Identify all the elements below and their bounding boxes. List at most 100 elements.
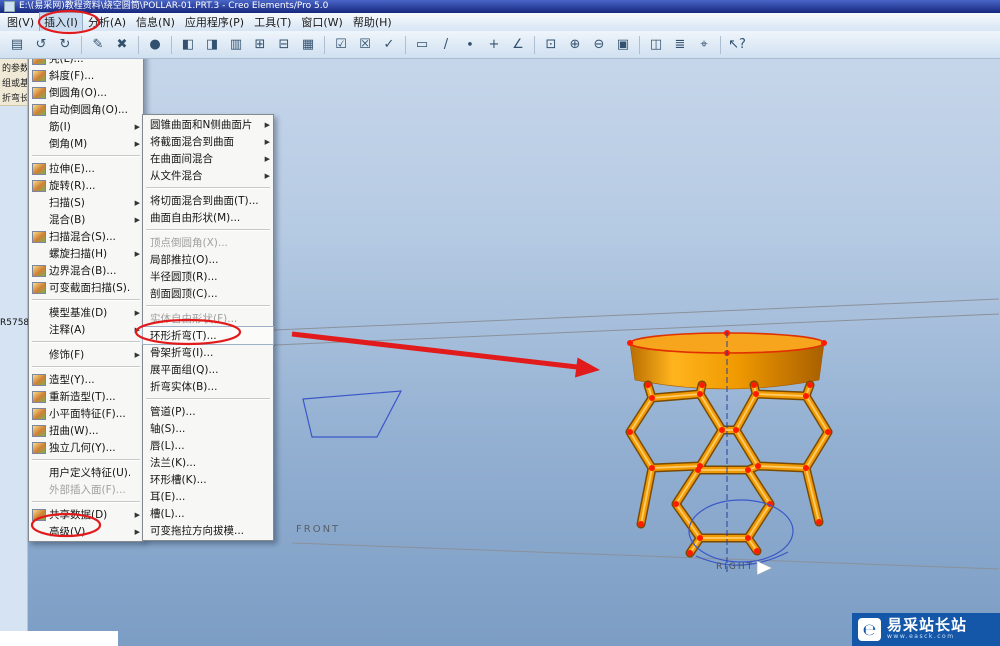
icon-gutter [32,307,46,319]
adv-shaft[interactable]: 轴(S)... [143,420,273,437]
sketch-trapezoid[interactable] [302,390,403,438]
adv-radius-dome[interactable]: 半径圆顶(R)... [143,268,273,285]
adv-pipe[interactable]: 管道(P)... [143,403,273,420]
insert-blend[interactable]: 混合(B) ▶ [29,211,143,228]
insert-model-datum[interactable]: 模型基准(D) ▶ [29,304,143,321]
sketch-circle[interactable] [688,499,794,566]
adv-spinal-bend[interactable]: 骨架折弯(I)... [143,344,273,361]
insert-boundary-blend[interactable]: 边界混合(B)... [29,262,143,279]
adv-variable-pull-draft[interactable]: 可变拖拉方向拔模... [143,522,273,539]
datum-point-toggle-icon[interactable]: ∙ [459,34,481,56]
insert-rib[interactable]: 筋(I) ▶ [29,118,143,135]
verify-off-icon[interactable]: ☒ [354,34,376,56]
insert-facet-feature[interactable]: 小平面特征(F)... [29,405,143,422]
shaded-display-icon[interactable]: ● [144,34,166,56]
adv-surface-free-form[interactable]: 曲面自由形状(M)... [143,209,273,226]
pattern-icon[interactable]: ▦ [297,34,319,56]
insert-dropdown-menu[interactable]: 孔(H)...壳(L)...斜度(F)...倒圆角(O)...自动倒圆角(O).… [28,31,144,542]
insert-warp[interactable]: 扭曲(W)... [29,422,143,439]
menu-help[interactable]: 帮助(H) [348,12,397,32]
quilt-merge-icon[interactable]: ⊞ [249,34,271,56]
menu-view-partial[interactable]: 图(V) [2,12,39,32]
measure-icon[interactable]: ⌖ [693,34,715,56]
insert-annotation[interactable]: 注释(A) ▶ [29,321,143,338]
verify-on-icon[interactable]: ☑ [330,34,352,56]
adv-vertex-round[interactable]: 顶点倒圆角(X)... [143,234,273,251]
submenu-arrow-icon: ▶ [264,137,270,146]
paste-icon[interactable]: ▤ [6,34,28,56]
menu-applications[interactable]: 应用程序(P) [180,12,249,32]
adv-conic-surface-n-patch[interactable]: 圆锥曲面和N侧曲面片 ▶ [143,116,273,133]
quilt-trim-icon[interactable]: ⊟ [273,34,295,56]
insert-variable-section-sweep[interactable]: 可变截面扫描(S)... [29,279,143,296]
icon-gutter [32,467,46,479]
sketch-tool-icon[interactable]: ✎ [87,34,109,56]
front-datum-label[interactable]: FRONT [296,524,340,535]
adv-blend-section-to-surface[interactable]: 将截面混合到曲面 ▶ [143,133,273,150]
redo-icon[interactable]: ↻ [54,34,76,56]
lattice-struts[interactable] [625,380,833,558]
insert-udf[interactable]: 用户定义特征(U)... [29,464,143,481]
adv-flange[interactable]: 法兰(K)... [143,454,273,471]
insert-sweep[interactable]: 扫描(S) ▶ [29,194,143,211]
adv-solid-free-form[interactable]: 实体自由形状(F)... [143,310,273,327]
adv-blend-tangent-to-surface[interactable]: 将切面混合到曲面(T)... [143,192,273,209]
insert-auto-round[interactable]: 自动倒圆角(O)... [29,101,143,118]
datum-axis-toggle-icon[interactable]: / [435,34,457,56]
insert-revolve[interactable]: 旋转(R)... [29,177,143,194]
advanced-submenu[interactable]: 圆锥曲面和N侧曲面片 ▶ 将截面混合到曲面 ▶ 在曲面间混合 ▶ 从文件混合 ▶ 将切面混合到曲… [142,114,274,541]
insert-independent-geometry[interactable]: 独立几何(Y)... [29,439,143,456]
adv-bend-solid[interactable]: 折弯实体(B)... [143,378,273,395]
menu-window[interactable]: 窗口(W) [296,12,347,32]
delete-icon[interactable]: ✖ [111,34,133,56]
adv-lip[interactable]: 唇(L)... [143,437,273,454]
insert-shared-data[interactable]: 共享数据(D) ▶ [29,506,143,523]
adv-ear[interactable]: 耳(E)... [143,488,273,505]
insert-round[interactable]: 倒圆角(O)... [29,84,143,101]
csys-toggle-icon[interactable]: + [483,34,505,56]
insert-helical-sweep[interactable]: 螺旋扫描(H) ▶ [29,245,143,262]
saved-views-icon[interactable]: ◫ [645,34,667,56]
adv-local-push[interactable]: 局部推拉(O)... [143,251,273,268]
context-help-icon[interactable]: ↖? [726,34,748,56]
adv-ring-groove[interactable]: 环形槽(K)... [143,471,273,488]
right-datum-handle[interactable] [756,560,773,576]
insert-chamfer[interactable]: 倒角(M) ▶ [29,135,143,152]
refit-view-icon[interactable]: ⊡ [540,34,562,56]
dimension-label: R5758 [0,318,30,328]
insert-restyle[interactable]: 重新造型(T)... [29,388,143,405]
insert-cosmetic[interactable]: 修饰(F) ▶ [29,346,143,363]
insert-extrude[interactable]: 拉伸(E)... [29,160,143,177]
menu-info[interactable]: 信息(N) [131,12,180,32]
insert-advanced[interactable]: 高级(V) ▶ [29,523,143,540]
right-datum-label[interactable]: RIGHT [716,562,754,572]
menu-insert[interactable]: 插入(I) [39,12,83,32]
menu-analysis[interactable]: 分析(A) [83,12,131,32]
datum-plane-toggle-icon[interactable]: ▭ [411,34,433,56]
insert-swept-blend[interactable]: 扫描混合(S)... [29,228,143,245]
adv-slot[interactable]: 槽(L)... [143,505,273,522]
insert-external-surface[interactable]: 外部插入面(F)... [29,481,143,498]
zoom-in-icon[interactable]: ⊕ [564,34,586,56]
surface-copy-icon[interactable]: ◧ [177,34,199,56]
menu-bar[interactable]: 图(V) 插入(I) 分析(A) 信息(N) 应用程序(P) 工具(T) 窗口(W) 帮助(H… [0,12,1000,32]
adv-blend-from-file[interactable]: 从文件混合 ▶ [143,167,273,184]
repaint-icon[interactable]: ▣ [612,34,634,56]
zoom-out-icon[interactable]: ⊖ [588,34,610,56]
adv-toroidal-bend[interactable]: 环形折弯(T)... [142,326,274,345]
sketch-datum-icon[interactable]: ∠ [507,34,529,56]
submenu-arrow-icon: ▶ [134,308,140,317]
insert-style[interactable]: 造型(Y)... [29,371,143,388]
surface-mesh-icon[interactable]: ▥ [225,34,247,56]
surface-offset-icon[interactable]: ◨ [201,34,223,56]
menu-tools[interactable]: 工具(T) [249,12,296,32]
adv-flatten-quilt[interactable]: 展平面组(Q)... [143,361,273,378]
accept-icon[interactable]: ✓ [378,34,400,56]
view-manager-icon[interactable]: ≣ [669,34,691,56]
adv-blend-between-surfaces[interactable]: 在曲面间混合 ▶ [143,150,273,167]
undo-icon[interactable]: ↺ [30,34,52,56]
model-toroidal-lattice[interactable] [625,330,833,558]
main-toolbar[interactable]: ▤ ↺ ↻ ✎ ✖ ● ◧ ◨ ▥ ⊞ ⊟ ▦ ☑ ☒ ✓ ▭ / ∙ + ∠ ⊡ ⊕ ⊖ ▣ ◫ ≣ ⌖ ↖? [0,31,1000,59]
insert-draft[interactable]: 斜度(F)... [29,67,143,84]
adv-section-dome[interactable]: 剖面圆顶(C)... [143,285,273,302]
